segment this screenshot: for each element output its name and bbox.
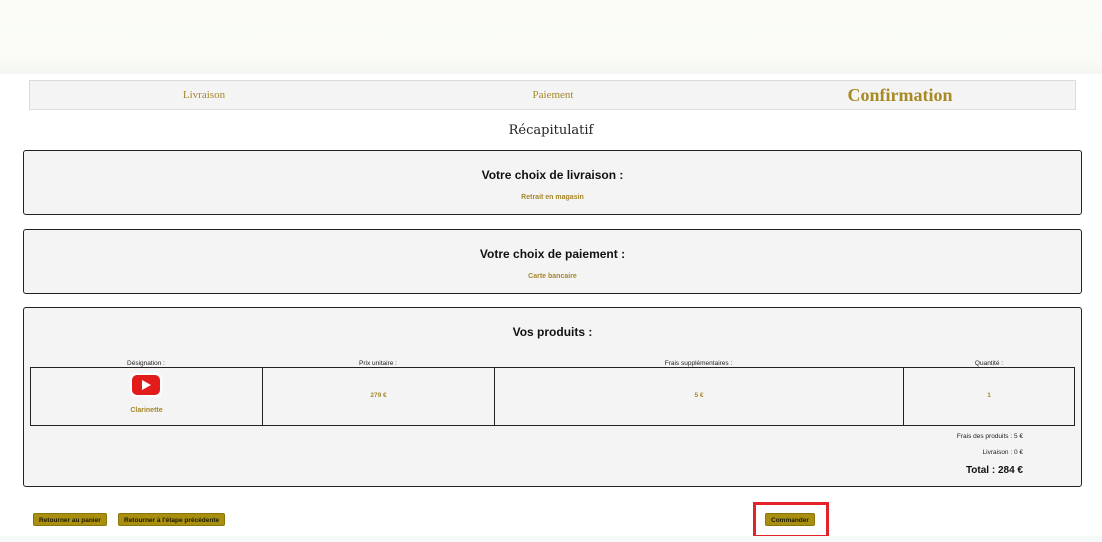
product-price: 279 € — [370, 392, 387, 399]
footer-strip — [0, 536, 1102, 542]
previous-step-button[interactable]: Retourner à l'étape précédente — [118, 513, 226, 526]
step-confirmation: Confirmation — [847, 85, 953, 105]
youtube-icon — [130, 373, 162, 397]
livraison-summary-box: Votre choix de livraison : Retrait en ma… — [23, 150, 1082, 215]
frais-livraison: Livraison : 0 € — [982, 449, 1023, 456]
paiement-summary-box: Votre choix de paiement : Carte bancaire — [23, 229, 1082, 294]
step-paiement: Paiement — [532, 89, 574, 101]
header-banner — [0, 0, 1102, 74]
step-livraison: Livraison — [182, 89, 226, 101]
cell-frais: 5 € — [495, 368, 904, 425]
column-header-designation: Désignation : — [127, 360, 165, 367]
order-total: Total : 284 € — [965, 465, 1023, 476]
recap-title: Récapitulatif — [508, 123, 594, 138]
paiement-title: Votre choix de paiement : — [479, 247, 626, 261]
livraison-title: Votre choix de livraison : — [481, 168, 624, 182]
product-quantity: 1 — [987, 392, 991, 399]
back-to-cart-button[interactable]: Retourner au panier — [33, 513, 107, 526]
column-header-prix: Prix unitaire : — [359, 360, 397, 367]
cell-prix-unitaire: 279 € — [263, 368, 495, 425]
column-header-frais: Frais supplémentaires : — [664, 360, 733, 367]
produits-title: Vos produits : — [512, 325, 593, 339]
produits-summary-box: Vos produits : Désignation : Prix unitai… — [23, 307, 1082, 487]
column-header-quantite: Quantité : — [974, 360, 1004, 367]
livraison-value: Retrait en magasin — [521, 194, 584, 201]
paiement-value: Carte bancaire — [528, 273, 577, 280]
commander-highlight-box — [753, 502, 829, 538]
table-row: Clarinette 279 € 5 € 1 — [30, 367, 1075, 426]
cell-designation: Clarinette — [31, 368, 263, 425]
product-name: Clarinette — [130, 407, 163, 414]
cell-quantite: 1 — [904, 368, 1074, 425]
product-extra-fees: 5 € — [694, 392, 704, 399]
frais-produits: Frais des produits : 5 € — [956, 433, 1023, 440]
checkout-steps: Livraison Paiement Confirmation — [29, 80, 1076, 110]
